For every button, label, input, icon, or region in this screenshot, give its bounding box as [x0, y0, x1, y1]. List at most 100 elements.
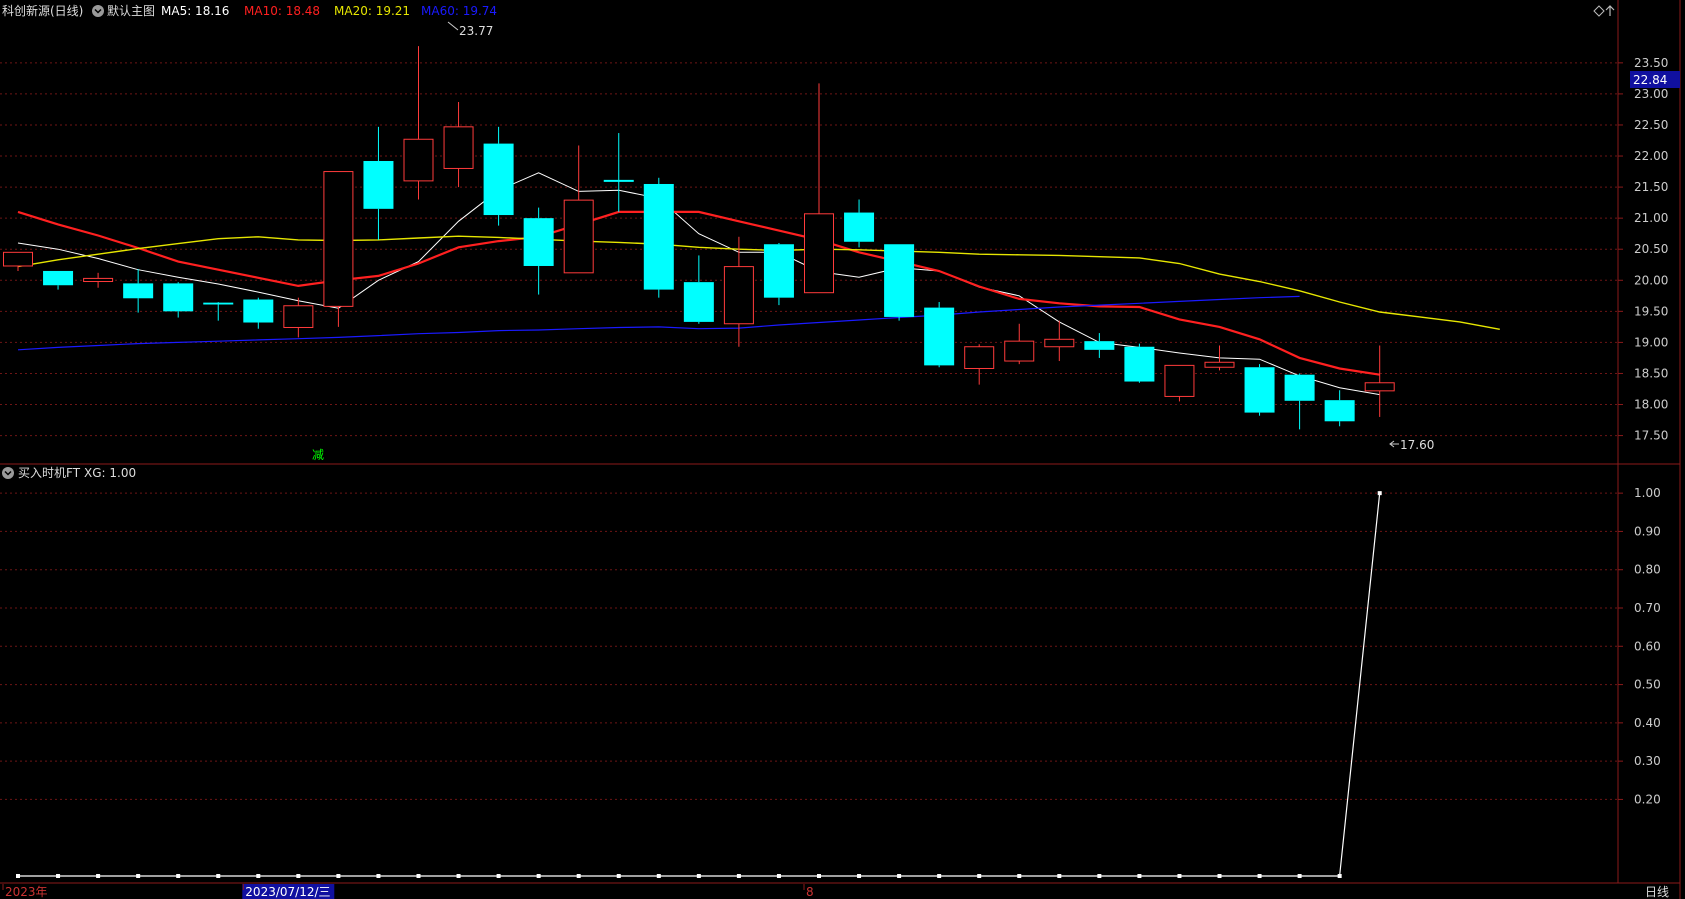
xg-point [336, 874, 341, 878]
y-tick-label: 0.80 [1634, 563, 1661, 577]
xg-point [496, 874, 501, 878]
candle-body [563, 199, 594, 274]
xg-point [817, 874, 821, 878]
current-price-tag: 22.84 [1630, 71, 1680, 88]
candle[interactable] [283, 297, 314, 338]
up-arrow-icon[interactable] [1605, 5, 1615, 16]
candle[interactable] [563, 145, 594, 274]
xg-point [977, 874, 982, 878]
candle[interactable] [363, 126, 394, 240]
candle[interactable] [483, 126, 514, 226]
candle[interactable] [603, 133, 634, 212]
candle-body [804, 213, 834, 294]
xg-point [576, 874, 581, 878]
candle[interactable] [924, 302, 955, 368]
xg-point [1377, 491, 1382, 496]
y-tick-label: 23.00 [1634, 87, 1668, 101]
candle[interactable] [203, 302, 234, 321]
y-tick-label: 20.50 [1634, 242, 1668, 256]
xg-point [256, 874, 261, 878]
candle[interactable] [1004, 323, 1035, 365]
candle-body [403, 138, 434, 182]
candle-body [1284, 374, 1315, 401]
candle[interactable] [763, 243, 794, 306]
candle[interactable] [243, 297, 274, 329]
candle[interactable] [403, 46, 434, 200]
candle-body [1124, 346, 1155, 382]
main-y-axis: 23.50 23.00 22.50 22.00 21.50 21.00 20.50 20.00… [1618, 56, 1668, 443]
candlesticks[interactable] [3, 46, 1395, 430]
y-tick-label: 1.00 [1634, 486, 1661, 500]
y-tick-label: 18.50 [1634, 366, 1668, 380]
candle[interactable] [83, 272, 114, 288]
candle-body [1204, 361, 1235, 368]
stock-chart-window: 23.50 23.00 22.50 22.00 21.50 21.00 20.50 20.00… [0, 0, 1681, 899]
candle-body [1364, 382, 1395, 392]
xg-point [937, 874, 942, 878]
candle-body [1164, 364, 1195, 397]
candle-body [523, 218, 554, 266]
xg-point [96, 874, 101, 878]
candle[interactable] [163, 282, 194, 318]
y-tick-label: 21.00 [1634, 211, 1668, 225]
y-tick-label: 0.30 [1634, 754, 1661, 768]
xg-point [656, 874, 661, 878]
candle[interactable] [1324, 390, 1355, 427]
xg-point [1057, 874, 1062, 878]
ma10-label: MA10: 18.48 [244, 4, 320, 18]
chevron-down-circle-icon[interactable] [2, 467, 14, 479]
xg-point [216, 874, 221, 878]
candle[interactable] [323, 171, 354, 327]
xg-point [136, 874, 141, 878]
y-tick-label: 0.60 [1634, 639, 1661, 653]
candle[interactable] [844, 199, 875, 248]
signal-marker: 减 [312, 448, 324, 462]
candle[interactable] [884, 244, 915, 321]
main-panel-header: 科创新源(日线) 默认主图 MA5: 18.16 MA10: 18.48 MA2… [2, 3, 1615, 18]
xg-point [456, 874, 461, 878]
y-tick-label: 17.50 [1634, 429, 1668, 443]
candle[interactable] [523, 207, 554, 295]
sub-indicator-title: 买入时机FT [18, 466, 81, 480]
candle[interactable] [1124, 343, 1155, 383]
y-tick-label: 0.40 [1634, 716, 1661, 730]
candle[interactable] [1364, 345, 1395, 417]
candle-body [763, 244, 794, 298]
candle[interactable] [964, 344, 995, 385]
sub-panel-header: 买入时机FT XG: 1.00 [2, 466, 136, 480]
y-tick-label: 22.50 [1634, 118, 1668, 132]
xg-point [1337, 874, 1342, 878]
candle-body [283, 305, 314, 328]
candle[interactable] [804, 83, 834, 294]
candle[interactable] [123, 269, 154, 313]
xg-point [897, 874, 902, 878]
candle-body [203, 302, 234, 305]
period-label[interactable]: 日线 [1645, 885, 1669, 899]
candle-body [1324, 400, 1355, 422]
candle-body [323, 171, 354, 307]
candle[interactable] [1284, 373, 1315, 430]
candle[interactable] [723, 236, 754, 347]
candle-body [844, 212, 875, 242]
xg-point [536, 874, 541, 878]
candle[interactable] [1244, 364, 1275, 416]
candle[interactable] [1164, 364, 1195, 402]
chevron-down-circle-icon[interactable] [92, 5, 104, 17]
y-tick-label: 19.00 [1634, 335, 1668, 349]
candle[interactable] [443, 101, 474, 188]
xg-point [376, 874, 381, 878]
xg-point [416, 874, 421, 878]
candle[interactable] [683, 255, 714, 324]
x-tick-label: 2023年 [5, 885, 48, 899]
candle-body [3, 251, 33, 267]
candle[interactable] [43, 270, 74, 290]
candle-body [683, 282, 714, 322]
candle[interactable] [3, 251, 33, 271]
indicator-name[interactable]: 默认主图 [107, 3, 155, 18]
stock-title: 科创新源(日线) [2, 3, 83, 18]
candle-body [1244, 367, 1275, 413]
candle-body [83, 277, 114, 283]
candle[interactable] [643, 177, 674, 298]
diamond-icon[interactable] [1593, 5, 1605, 17]
candle-body [884, 244, 915, 317]
